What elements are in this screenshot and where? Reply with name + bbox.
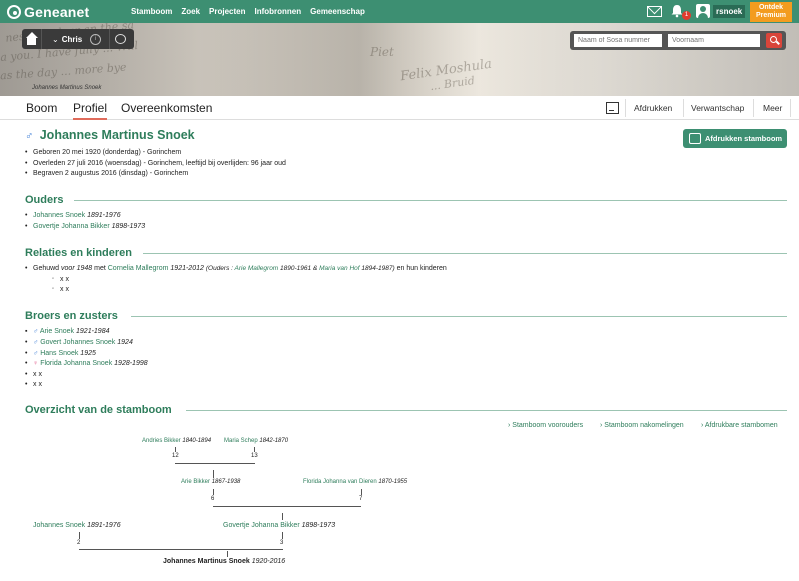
spouse-mother-link[interactable]: Maria van Hof <box>319 265 359 272</box>
premium-button[interactable]: Ontdek Premium <box>750 2 792 22</box>
sibling-item: ♂ Govert Johannes Snoek 1924 <box>33 339 133 346</box>
female-icon: ♀ <box>33 360 39 367</box>
firstname-search-input[interactable] <box>668 34 760 47</box>
tab-meer[interactable]: Meer <box>763 103 782 113</box>
sibling-item: x x <box>33 371 42 378</box>
section-parents-title: Ouders <box>25 194 64 206</box>
tree-num-2: 2 <box>77 540 81 546</box>
username-button[interactable]: rsnoek <box>713 5 746 18</box>
tab-profiel[interactable]: Profiel <box>73 101 108 120</box>
spouse-father-link[interactable]: Arie Mallegrom <box>235 265 279 272</box>
premium-line2: Premium <box>756 12 786 19</box>
page-icon[interactable] <box>606 102 619 114</box>
geneanet-logo[interactable]: Geneanet <box>7 4 89 20</box>
search-box <box>570 31 786 50</box>
sibling-link[interactable]: Govert Johannes Snoek <box>40 339 115 346</box>
sosa-search-input[interactable] <box>574 34 662 47</box>
parent-years: 1891-1976 <box>87 212 121 219</box>
person-switcher-name[interactable]: Chris <box>62 35 82 44</box>
parent-link-mother[interactable]: Govertje Johanna Bikker <box>33 223 110 230</box>
tab-boom[interactable]: Boom <box>26 101 57 115</box>
male-icon: ♂ <box>25 130 34 142</box>
child-item: x x <box>60 276 69 283</box>
page-title: ♂ Johannes Martinus Snoek <box>25 128 195 142</box>
avatar[interactable] <box>696 4 710 18</box>
nav-stamboom[interactable]: Stamboom <box>131 7 172 16</box>
tree-root-node: Johannes Martinus Snoek 1920-2016 <box>163 558 286 565</box>
list-item: Govertje Johanna Bikker 1898-1973 <box>33 223 145 230</box>
sibling-link[interactable]: Florida Johanna Snoek <box>40 360 112 367</box>
sibling-item: ♂ Hans Snoek 1925 <box>33 350 96 357</box>
tab-verwantschap[interactable]: Verwantschap <box>691 103 744 113</box>
person-switcher[interactable]: ⌄ Chris i <box>22 29 134 49</box>
sibling-link[interactable]: Hans Snoek <box>40 350 78 357</box>
male-icon: ♂ <box>33 328 39 335</box>
top-navbar: Geneanet Stamboom Zoek Projecten Infobro… <box>0 0 799 23</box>
sibling-item: ♀ Florida Johanna Snoek 1928-1998 <box>33 360 148 367</box>
home-icon[interactable] <box>22 29 42 49</box>
tree-num-3: 3 <box>280 540 284 546</box>
link-descendants[interactable]: › Stamboom nakomelingen <box>600 422 684 429</box>
list-item: Johannes Snoek 1891-1976 <box>33 212 121 219</box>
notification-badge: 1 <box>682 11 691 20</box>
tree-node-7: Florida Johanna van Dieren 1870-1955 <box>303 479 408 485</box>
print-tree-button[interactable]: Afdrukken stamboom <box>683 129 787 148</box>
chat-icon[interactable] <box>109 29 129 49</box>
birth-line: Geboren 20 mei 1920 (donderdag) - Gorinc… <box>33 149 182 156</box>
banner-caption: Johannes Martinus Snoek <box>32 85 102 91</box>
relation-line: Gehuwd voor 1948 met Cornelia Mallegrom … <box>33 265 447 272</box>
logo-text: Geneanet <box>24 4 90 20</box>
printer-icon <box>689 133 701 144</box>
logo-icon <box>7 5 21 19</box>
nav-zoek[interactable]: Zoek <box>181 7 200 16</box>
sibling-item: ♂ Arie Snoek 1921-1984 <box>33 328 110 335</box>
print-tree-label: Afdrukken stamboom <box>705 134 783 143</box>
chevron-down-icon[interactable]: ⌄ <box>52 35 59 44</box>
sibling-item: x x <box>33 381 42 388</box>
tab-bar: Boom Profiel Overeenkomsten Afdrukken Ve… <box>0 96 799 120</box>
section-relations-title: Relaties en kinderen <box>25 247 132 259</box>
tree-node-2: Johannes Snoek 1891-1976 <box>33 522 121 529</box>
tree-num-12: 12 <box>172 453 179 459</box>
nav-projecten[interactable]: Projecten <box>209 7 245 16</box>
parent-link-father[interactable]: Johannes Snoek <box>33 212 85 219</box>
tree-node-3: Govertje Johanna Bikker 1898-1973 <box>223 522 336 529</box>
child-item: x x <box>60 286 69 293</box>
death-line: Overleden 27 juli 2016 (woensdag) - Gori… <box>33 160 286 167</box>
sibling-link[interactable]: Arie Snoek <box>40 328 74 335</box>
spouse-link[interactable]: Cornelia Mallegrom <box>108 265 169 272</box>
mail-icon[interactable] <box>647 6 662 17</box>
link-ancestors[interactable]: › Stamboom voorouders <box>508 422 583 429</box>
tree-num-7: 7 <box>359 496 363 502</box>
section-siblings-title: Broers en zusters <box>25 310 118 322</box>
tree-num-6: 6 <box>211 496 215 502</box>
person-name: Johannes Martinus Snoek <box>39 128 195 142</box>
search-button[interactable] <box>766 33 782 48</box>
tree-node-13: Maria Schep 1842-1870 <box>224 438 289 444</box>
burial-line: Begraven 2 augustus 2016 (dinsdag) - Gor… <box>33 170 189 177</box>
tree-num-13: 13 <box>251 453 258 459</box>
tab-overeenkomsten[interactable]: Overeenkomsten <box>121 101 212 115</box>
parent-years: 1898-1973 <box>111 223 146 230</box>
nav-gemeenschap[interactable]: Gemeenschap <box>310 7 365 16</box>
male-icon: ♂ <box>33 339 39 346</box>
nav-infobronnen[interactable]: Infobronnen <box>254 7 301 16</box>
info-icon[interactable]: i <box>90 33 102 45</box>
premium-line1: Ontdek <box>758 4 784 11</box>
tab-afdrukken[interactable]: Afdrukken <box>634 103 672 113</box>
tree-node-6: Arie Bikker 1867-1938 <box>181 479 241 485</box>
main-nav: Stamboom Zoek Projecten Infobronnen Geme… <box>131 7 374 16</box>
tree-node-12: Andries Bikker 1840-1894 <box>142 438 212 444</box>
section-overview-title: Overzicht van de stamboom <box>25 404 172 416</box>
link-printable-trees[interactable]: › Afdrukbare stambomen <box>701 422 778 429</box>
male-icon: ♂ <box>33 350 39 357</box>
